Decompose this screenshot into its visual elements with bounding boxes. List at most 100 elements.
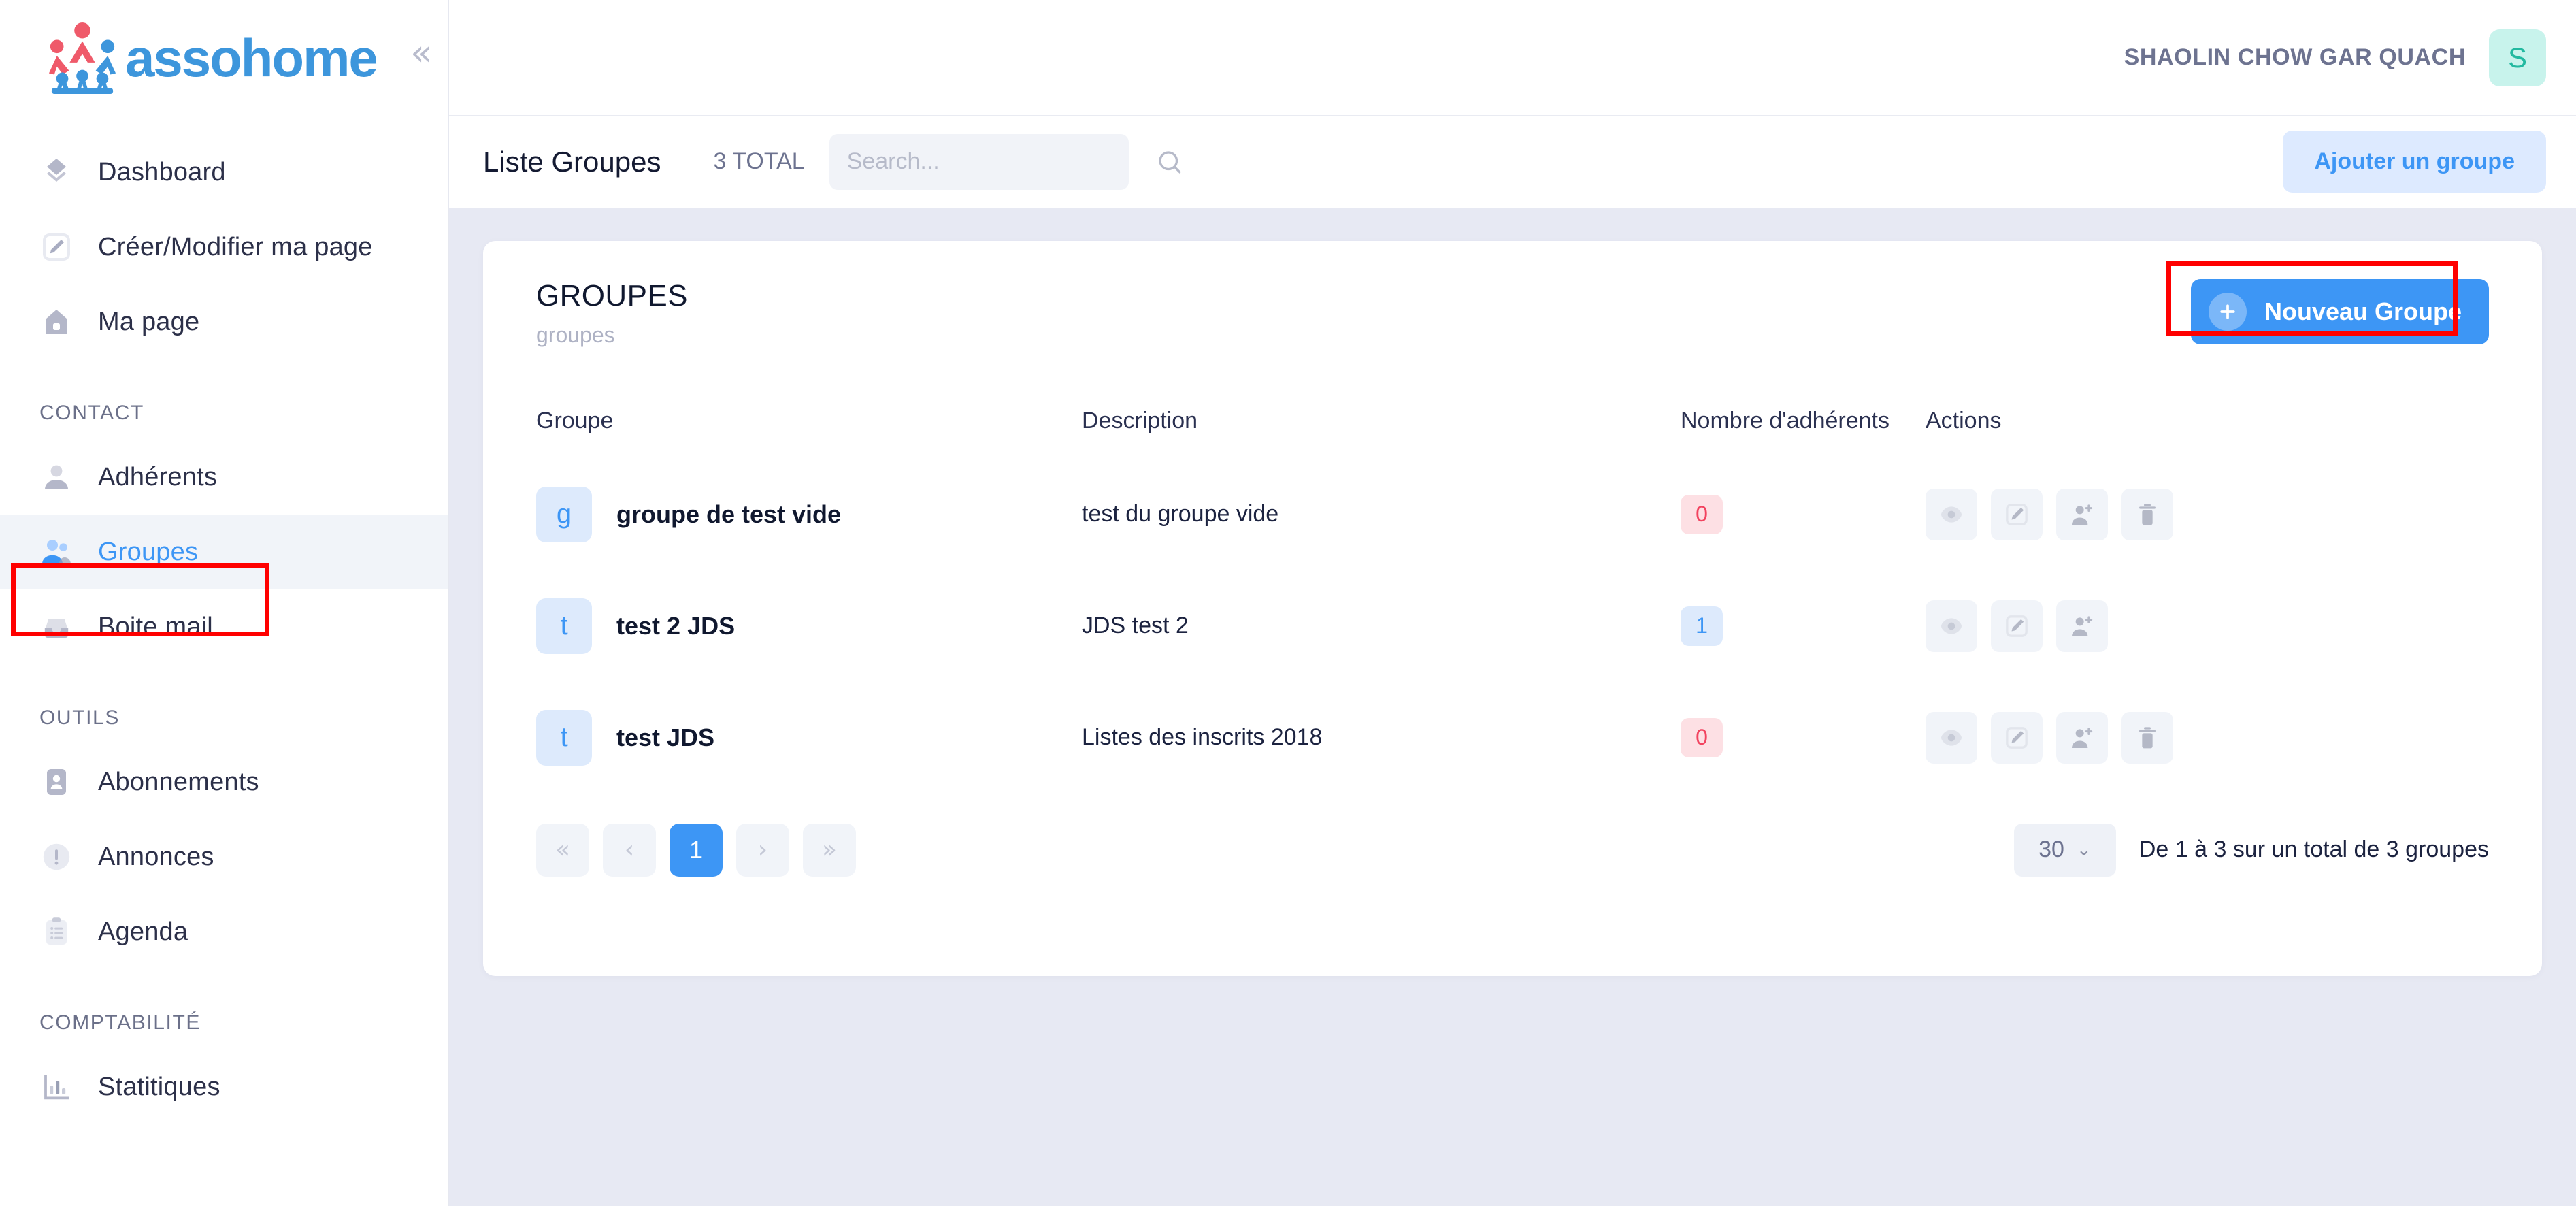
group-name: groupe de test vide [616, 500, 841, 529]
table-row[interactable]: g groupe de test vide test du groupe vid… [483, 459, 2542, 570]
pagination-next[interactable]: › [736, 824, 789, 877]
sidebar-nav: Dashboard Créer/Modifier ma page Ma page… [0, 116, 448, 1124]
sidebar-item-groupes[interactable]: Groupes [0, 515, 448, 589]
sidebar-item-label: Adhérents [98, 463, 217, 492]
avatar[interactable]: S [2489, 29, 2546, 86]
per-page-select[interactable]: 30 ⌄ [2014, 824, 2116, 877]
brand-name: assohome [125, 31, 377, 84]
pagination-prev[interactable]: ‹ [603, 824, 656, 877]
inbox-icon [39, 610, 73, 644]
person-add-icon[interactable] [2056, 489, 2108, 540]
group-avatar: t [536, 710, 592, 766]
table-row[interactable]: t test 2 JDS JDS test 2 1 [483, 570, 2542, 682]
add-group-button[interactable]: Ajouter un groupe [2283, 131, 2546, 193]
pagination: « ‹ 1 › » [536, 824, 856, 877]
sidebar-item-label: Boite mail [98, 613, 213, 642]
sidebar-item-adherents[interactable]: Adhérents [0, 440, 448, 515]
per-page-value: 30 [2038, 836, 2064, 863]
sidebar-item-agenda[interactable]: Agenda [0, 894, 448, 969]
page-title: Liste Groupes [483, 146, 661, 178]
user-name: SHAOLIN CHOW GAR QUACH [2124, 44, 2466, 71]
adherent-count-badge: 0 [1681, 718, 1723, 757]
column-header-actions: Actions [1926, 406, 2542, 459]
sidebar-item-dashboard[interactable]: Dashboard [0, 135, 448, 210]
sidebar-item-boite-mail[interactable]: Boite mail [0, 589, 448, 664]
trash-icon[interactable] [2121, 489, 2173, 540]
sidebar-item-creer-modifier-ma-page[interactable]: Créer/Modifier ma page [0, 210, 448, 284]
group-name: test 2 JDS [616, 612, 735, 640]
sidebar-item-ma-page[interactable]: Ma page [0, 284, 448, 359]
group-name: test JDS [616, 723, 714, 752]
table-body: g groupe de test vide test du groupe vid… [483, 459, 2542, 794]
group-avatar: t [536, 598, 592, 654]
sidebar-item-label: Dashboard [98, 158, 226, 187]
adherent-count-badge: 0 [1681, 495, 1723, 534]
pencil-icon[interactable] [1991, 712, 2043, 764]
plus-icon [2209, 293, 2247, 331]
search-box[interactable] [829, 134, 1129, 190]
sidebar-item-label: Agenda [98, 917, 188, 947]
eye-icon[interactable] [1926, 489, 1977, 540]
sidebar-item-label: Statitiques [98, 1073, 220, 1102]
sidebar-item-annonces[interactable]: Annonces [0, 819, 448, 894]
clipboard-icon [39, 915, 73, 949]
sidebar-group-title-comptabilite: COMPTABILITÉ [0, 1011, 448, 1034]
sidebar-item-label: Abonnements [98, 768, 259, 797]
eye-icon[interactable] [1926, 600, 1977, 652]
pagination-info: De 1 à 3 sur un total de 3 groupes [2139, 836, 2489, 863]
pagination-last[interactable]: » [803, 824, 856, 877]
groupes-table: Groupe Description Nombre d'adhérents Ac… [483, 406, 2542, 794]
app-root: assohome « Dashboard Créer/Modifier ma p… [0, 0, 2576, 1206]
total-count: 3 TOTAL [713, 148, 804, 175]
pagination-right: 30 ⌄ De 1 à 3 sur un total de 3 groupes [2014, 824, 2489, 877]
group-description: Listes des inscrits 2018 [1082, 724, 1322, 750]
pagination-row: « ‹ 1 › » 30 ⌄ De 1 à 3 sur un total de … [483, 794, 2542, 877]
sidebar-group-title-outils: OUTILS [0, 706, 448, 730]
pagination-page-1[interactable]: 1 [670, 824, 723, 877]
group-description: test du groupe vide [1082, 501, 1278, 527]
id-card-icon [39, 765, 73, 799]
groupes-card: GROUPES groupes Nouveau Groupe Groupe [483, 241, 2542, 976]
sidebar-collapse-icon[interactable]: « [410, 35, 432, 71]
home-icon [39, 305, 73, 339]
topbar: SHAOLIN CHOW GAR QUACH S [449, 0, 2576, 116]
adherent-count-badge: 1 [1681, 606, 1723, 646]
pencil-icon[interactable] [1991, 600, 2043, 652]
sidebar: assohome « Dashboard Créer/Modifier ma p… [0, 0, 449, 1206]
search-input[interactable] [847, 148, 1149, 175]
row-actions [1926, 712, 2542, 764]
sidebar-item-label: Groupes [98, 538, 198, 567]
brand-logo[interactable]: assohome « [0, 0, 448, 116]
pencil-icon[interactable] [1991, 489, 2043, 540]
group-description: JDS test 2 [1082, 613, 1189, 638]
person-add-icon[interactable] [2056, 712, 2108, 764]
table-head: Groupe Description Nombre d'adhérents Ac… [483, 406, 2542, 459]
sidebar-item-label: Annonces [98, 843, 214, 872]
new-group-button[interactable]: Nouveau Groupe [2191, 279, 2489, 344]
diamond-layers-icon [39, 155, 73, 189]
column-header-nombre-adherents: Nombre d'adhérents [1681, 406, 1926, 459]
bar-chart-icon [39, 1070, 73, 1104]
trash-icon[interactable] [2121, 712, 2173, 764]
sidebar-group-title-contact: CONTACT [0, 402, 448, 425]
column-header-groupe: Groupe [483, 406, 1082, 459]
pagination-first[interactable]: « [536, 824, 589, 877]
people-icon [39, 535, 73, 569]
eye-icon[interactable] [1926, 712, 1977, 764]
row-actions [1926, 489, 2542, 540]
card-header: GROUPES groupes Nouveau Groupe [483, 241, 2542, 348]
person-icon [39, 460, 73, 494]
table-header-row: Groupe Description Nombre d'adhérents Ac… [483, 406, 2542, 459]
sidebar-item-abonnements[interactable]: Abonnements [0, 745, 448, 819]
assohome-logo-icon [42, 21, 122, 95]
chevron-down-icon: ⌄ [2077, 840, 2092, 860]
sidebar-item-statitiques[interactable]: Statitiques [0, 1049, 448, 1124]
main-area: SHAOLIN CHOW GAR QUACH S Liste Groupes 3… [449, 0, 2576, 1206]
sidebar-item-label: Créer/Modifier ma page [98, 233, 373, 262]
card-title: GROUPES [536, 279, 688, 313]
table-row[interactable]: t test JDS Listes des inscrits 2018 0 [483, 682, 2542, 794]
pencil-square-icon [39, 230, 73, 264]
new-group-label: Nouveau Groupe [2264, 297, 2462, 326]
search-icon[interactable] [1155, 148, 1184, 176]
person-add-icon[interactable] [2056, 600, 2108, 652]
